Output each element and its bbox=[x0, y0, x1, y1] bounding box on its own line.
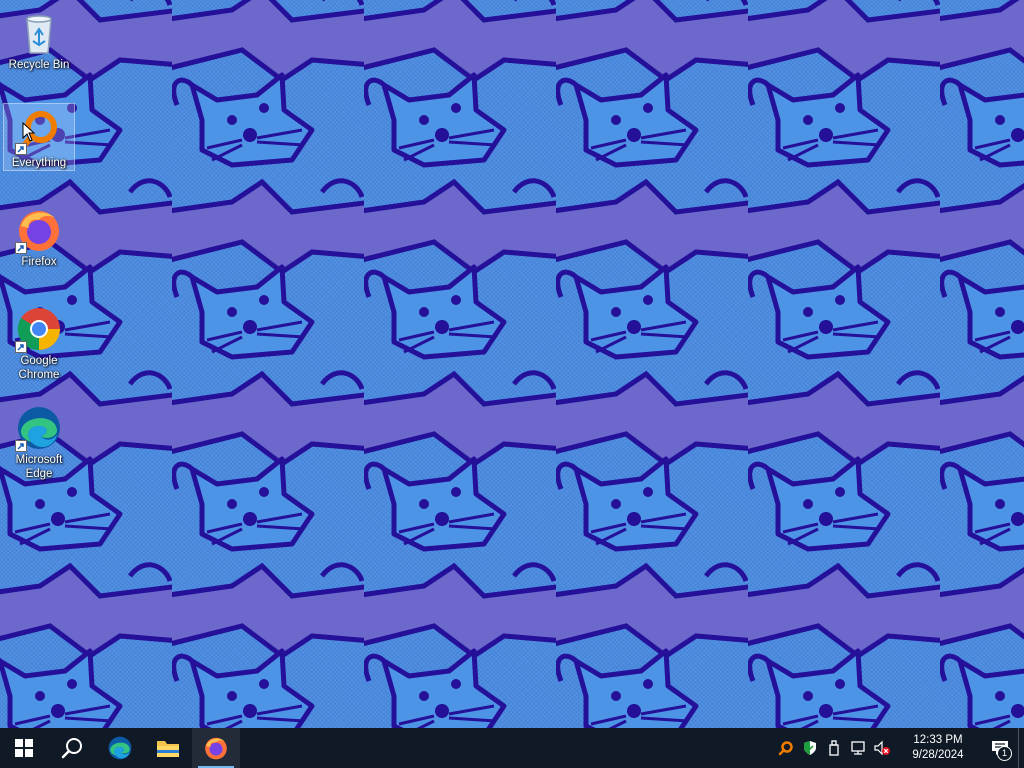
shortcut-arrow-icon bbox=[15, 143, 27, 155]
system-tray: 12:33 PM 9/28/2024 1 bbox=[774, 728, 1024, 768]
usb-drive-icon bbox=[829, 740, 839, 756]
file-explorer-icon bbox=[157, 741, 179, 757]
tray-network[interactable] bbox=[846, 728, 870, 768]
windows-security-icon bbox=[804, 741, 816, 755]
tray-volume[interactable] bbox=[870, 728, 894, 768]
desktop-icon-label: Microsoft Edge bbox=[15, 454, 63, 480]
desktop-icon-everything[interactable]: Everything bbox=[3, 103, 75, 171]
tray-windows-security[interactable] bbox=[798, 728, 822, 768]
chrome-icon bbox=[15, 305, 63, 353]
desktop-icon-google-chrome[interactable]: Google Chrome bbox=[4, 302, 74, 382]
edge-icon bbox=[15, 404, 63, 452]
volume-muted-icon bbox=[874, 740, 890, 756]
show-desktop-button[interactable] bbox=[1018, 728, 1024, 768]
search-icon bbox=[61, 738, 82, 759]
taskbar-file-explorer-button[interactable] bbox=[144, 728, 192, 768]
desktop-icon-label: Recycle Bin bbox=[8, 59, 70, 71]
tray-everything[interactable] bbox=[774, 728, 798, 768]
start-button[interactable] bbox=[0, 728, 48, 768]
desktop-icon-label: Google Chrome bbox=[18, 355, 60, 381]
clock-date: 9/28/2024 bbox=[912, 749, 964, 761]
desktop-icon-label: Firefox bbox=[21, 256, 57, 268]
clock-time: 12:33 PM bbox=[913, 734, 963, 746]
windows-start-icon bbox=[15, 739, 33, 757]
shortcut-arrow-icon bbox=[15, 440, 27, 452]
mouse-cursor-icon bbox=[22, 122, 36, 142]
desktop-icon-recycle-bin[interactable]: Recycle Bin bbox=[4, 6, 74, 72]
desktop-icon-firefox[interactable]: Firefox bbox=[4, 203, 74, 269]
search-button[interactable] bbox=[48, 728, 96, 768]
action-center-button[interactable]: 1 bbox=[982, 728, 1018, 768]
firefox-icon bbox=[15, 206, 63, 254]
cat-pattern bbox=[0, 0, 1024, 728]
taskbar: 12:33 PM 9/28/2024 1 bbox=[0, 728, 1024, 768]
desktop-icon-microsoft-edge[interactable]: Microsoft Edge bbox=[4, 401, 74, 481]
edge-icon bbox=[108, 736, 132, 760]
notification-count-badge: 1 bbox=[997, 746, 1012, 761]
everything-search-icon bbox=[778, 741, 793, 756]
shortcut-arrow-icon bbox=[15, 341, 27, 353]
desktop-icon-label: Everything bbox=[11, 157, 67, 169]
shortcut-arrow-icon bbox=[15, 242, 27, 254]
taskbar-firefox-button[interactable] bbox=[192, 728, 240, 768]
firefox-icon bbox=[205, 737, 227, 760]
recycle-bin-icon bbox=[15, 9, 63, 57]
taskbar-clock[interactable]: 12:33 PM 9/28/2024 bbox=[894, 733, 982, 763]
desktop-wallpaper bbox=[0, 0, 1024, 728]
tray-usb-drive[interactable] bbox=[822, 728, 846, 768]
taskbar-edge-button[interactable] bbox=[96, 728, 144, 768]
network-icon bbox=[851, 741, 865, 755]
